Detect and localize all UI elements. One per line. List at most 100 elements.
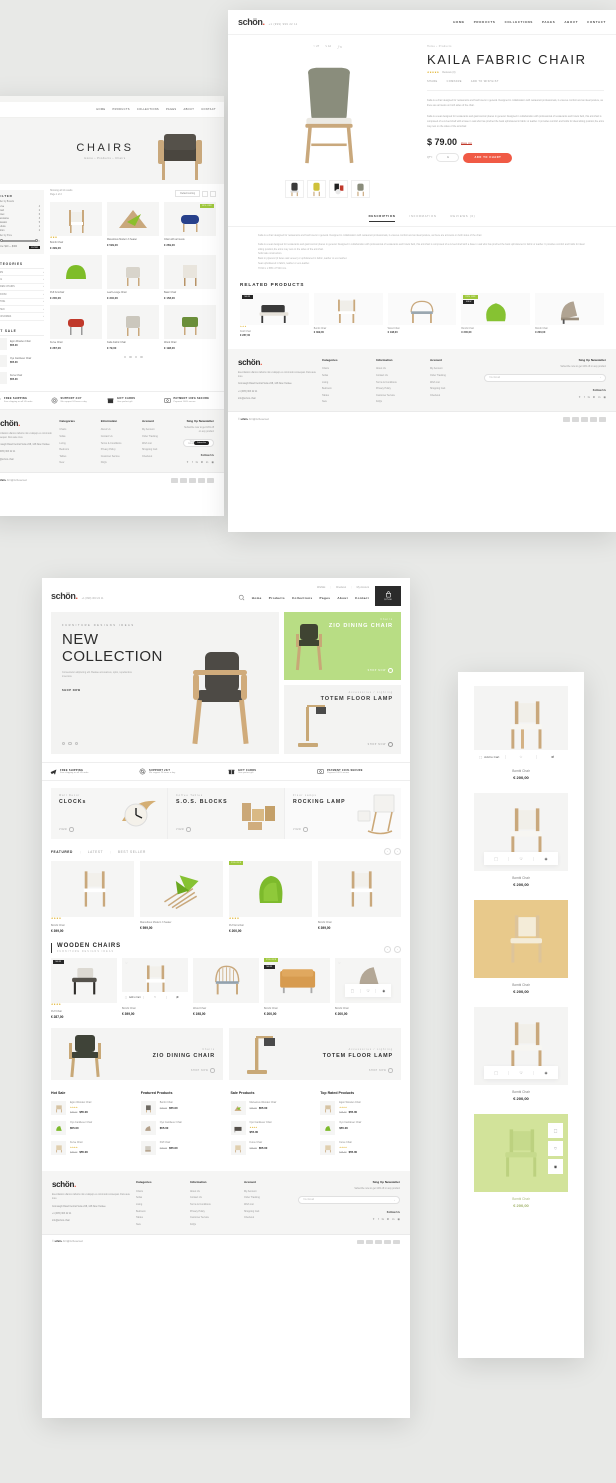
google-plus-icon[interactable]: G bbox=[588, 395, 590, 399]
nav-item-contact[interactable]: Contact bbox=[355, 596, 369, 600]
google-plus-icon[interactable]: G bbox=[382, 1217, 384, 1221]
wishlist-count[interactable]: ♡ 27 bbox=[313, 45, 319, 49]
footer-link[interactable]: Tables bbox=[59, 453, 94, 460]
compare-button[interactable]: COMPARE bbox=[447, 80, 462, 83]
newsletter-field[interactable]: Your Email › bbox=[298, 1196, 400, 1205]
product-card[interactable]: ★★★★ Bombi Chair € 399,00 bbox=[51, 861, 134, 933]
utility-nav[interactable]: Wishlist | Checkout | My Account bbox=[238, 586, 369, 589]
footer-link[interactable]: Privacy Policy bbox=[376, 385, 424, 392]
add-to-cart-button[interactable]: ADD TO CHART bbox=[463, 153, 513, 163]
hot-sale-item[interactable]: Egon Wooden Chair $55.00 bbox=[0, 336, 44, 353]
category-card-blocks[interactable]: Coffee Tables S.O.S. BLOCKS VIEW bbox=[168, 788, 285, 839]
arrow-right-icon[interactable]: › bbox=[600, 376, 601, 379]
category-item[interactable]: BEDROOM› bbox=[0, 291, 44, 299]
pinterest-icon[interactable]: ◉ bbox=[603, 395, 606, 399]
footer-link[interactable]: Order Tracking bbox=[142, 433, 177, 440]
footer-link[interactable]: Order Tracking bbox=[244, 1195, 292, 1202]
featured-tabs[interactable]: FEATURED | LATEST | BEST SELLER bbox=[51, 850, 146, 854]
nav-item-pages[interactable]: Pages bbox=[320, 596, 331, 600]
reviews-count[interactable]: Reviews (0) bbox=[442, 71, 455, 74]
utility-checkout[interactable]: Checkout bbox=[336, 586, 346, 589]
filter-apply-button[interactable]: FILTER bbox=[29, 246, 40, 249]
footer-link[interactable]: New bbox=[322, 399, 370, 406]
category-item[interactable]: SOFAS› bbox=[0, 276, 44, 284]
bag-icon[interactable]: ⬚ bbox=[345, 988, 361, 993]
product-hover-actions[interactable]: ⬚ Add to Cart ♡ ⇄ bbox=[122, 992, 188, 1003]
behance-icon[interactable]: Ƀ bbox=[593, 395, 595, 399]
wishlist-icon[interactable]: ♡ bbox=[338, 961, 341, 965]
gallery-tools[interactable]: ♡ 27 ✎ 12 ⤴ 6 bbox=[240, 45, 415, 49]
newsletter-input[interactable]: Your Email bbox=[303, 1199, 314, 1201]
list-item[interactable]: Bombi Chair $75.00 $55.00 bbox=[140, 1101, 222, 1115]
product-card[interactable]: ★★★ Bombi Chair € 399,00 bbox=[50, 201, 102, 250]
nav-item[interactable]: ABOUT bbox=[184, 108, 195, 111]
product-card[interactable]: ♡ ⬚ ♡ ◉ Bombi Chair € 200,00 bbox=[335, 958, 401, 1019]
footer-link[interactable]: Order Tracking bbox=[430, 372, 478, 379]
newsletter-field[interactable]: Your Email Subscribe bbox=[183, 438, 214, 447]
product-card-variant[interactable]: ⬚ Add to Cart ♡ ⇄ Bombi Chair € 200,00 bbox=[474, 686, 568, 780]
pinterest-icon[interactable]: ◉ bbox=[211, 460, 214, 464]
footer-link[interactable]: Shopping Cart bbox=[430, 385, 478, 392]
arrow-right-icon[interactable]: › bbox=[394, 1199, 395, 1202]
footer-link[interactable]: Contact Us bbox=[101, 433, 136, 440]
behance-icon[interactable]: Ƀ bbox=[387, 1217, 389, 1221]
category-item[interactable]: KITCHEN› bbox=[0, 306, 44, 314]
footer-link[interactable]: Wish List bbox=[430, 379, 478, 386]
footer-link[interactable]: Chairs bbox=[136, 1188, 184, 1195]
list-item[interactable]: Oyo Cantilever Chair $55.00 bbox=[140, 1121, 222, 1135]
footer-link[interactable]: Terms & Conditions bbox=[190, 1201, 238, 1208]
product-hover-icons[interactable]: ⬚ ♡ ◉ bbox=[345, 984, 391, 997]
nav-item-contact[interactable]: CONTACT bbox=[587, 20, 606, 24]
product-card-variant[interactable]: ⬚ ♡ ◉ Bombi Chair € 200,00 bbox=[474, 793, 568, 887]
hot-sale-item[interactable]: Kurve Chair $55.00 bbox=[0, 370, 44, 387]
list-item[interactable]: Marvelous Wooden Chair $75.00 $55.00 bbox=[230, 1101, 312, 1115]
search-icon[interactable] bbox=[238, 594, 245, 601]
twitter-icon[interactable]: ✦ bbox=[186, 460, 189, 464]
product-card[interactable]: 15% OFF Chair with armrests € 269,00 bbox=[164, 201, 216, 250]
footer-link[interactable]: Terms & Conditions bbox=[101, 440, 136, 447]
footer-link[interactable]: FAQs bbox=[376, 399, 424, 406]
product-card[interactable]: Wood Chair € 198,00 bbox=[193, 958, 259, 1019]
gallery-thumbnails[interactable] bbox=[240, 180, 415, 198]
compare-action[interactable]: ⇄ bbox=[537, 755, 568, 759]
heart-icon[interactable]: ♡ bbox=[548, 1141, 563, 1156]
wishlist-icon[interactable]: ♡ bbox=[125, 961, 128, 965]
category-item[interactable]: LIGHTING› bbox=[0, 299, 44, 306]
list-item[interactable]: Kurve Chair ★★★★ $75.00 $55.00 bbox=[320, 1141, 401, 1155]
footer-link[interactable]: Chairs bbox=[59, 427, 94, 434]
product-card[interactable]: NEW ★★★★ Puff Chair € 287,00 bbox=[51, 958, 117, 1019]
banner-shop-now[interactable]: SHOP NOW bbox=[191, 1068, 215, 1073]
product-card[interactable]: Marvellous Modern 3 Seater € 599,00 bbox=[107, 201, 159, 250]
pinterest-icon[interactable]: ◉ bbox=[397, 1217, 400, 1221]
nav-item-about[interactable]: About bbox=[337, 596, 348, 600]
footer-link[interactable]: Checkout bbox=[244, 1214, 292, 1221]
list-item[interactable]: Puff Chair $75.00 $55.00 bbox=[140, 1141, 222, 1155]
bag-icon[interactable]: ⬚ bbox=[484, 1070, 509, 1075]
comment-count[interactable]: ✎ 12 bbox=[325, 45, 331, 49]
filter-brand-row[interactable]: Velton 2 bbox=[0, 229, 40, 233]
product-card[interactable]: Leaf Lounge Chair € 340,00 bbox=[107, 254, 159, 300]
footer-link[interactable]: Customer Service bbox=[376, 392, 424, 399]
footer-link[interactable]: Chairs bbox=[322, 366, 370, 373]
social-links[interactable]: ✦ f G Ƀin ◉ bbox=[298, 1217, 400, 1221]
card-actions-bar[interactable]: ⬚ Add to Cart ♡ ⇄ bbox=[474, 750, 568, 764]
footer-link[interactable]: Tables bbox=[322, 392, 370, 399]
compare-action[interactable]: ⇄ bbox=[167, 996, 188, 999]
cart-button[interactable]: $ 75.00 bbox=[375, 586, 401, 606]
footer-link[interactable]: Terms & Conditions bbox=[376, 379, 424, 386]
hot-sale-item[interactable]: Oyo Cantilever Chair $55.00 bbox=[0, 353, 44, 370]
price-range-slider[interactable] bbox=[0, 239, 40, 243]
newsletter-input[interactable]: Your Email bbox=[489, 377, 500, 379]
linkedin-icon[interactable]: in bbox=[598, 395, 600, 399]
product-card[interactable]: 15% OFF ★★★★ Puff Armchair € 200,00 bbox=[229, 861, 312, 933]
category-view-button[interactable]: VIEW bbox=[176, 827, 191, 832]
facebook-icon[interactable]: f bbox=[378, 1217, 379, 1221]
newsletter-subscribe-button[interactable]: Subscribe bbox=[194, 440, 209, 445]
footer-link[interactable]: Sofas bbox=[59, 433, 94, 440]
wishlist-action[interactable]: ♡ bbox=[506, 755, 538, 759]
nav-item-products[interactable]: Products bbox=[269, 596, 285, 600]
footer-link[interactable]: Bedroom bbox=[322, 385, 370, 392]
product-main-image[interactable] bbox=[240, 53, 415, 173]
list-item[interactable]: Egon Wooden Chair ★★★★ $75.00 $55.00 bbox=[51, 1101, 132, 1115]
site-logo[interactable]: schön. bbox=[51, 591, 78, 601]
